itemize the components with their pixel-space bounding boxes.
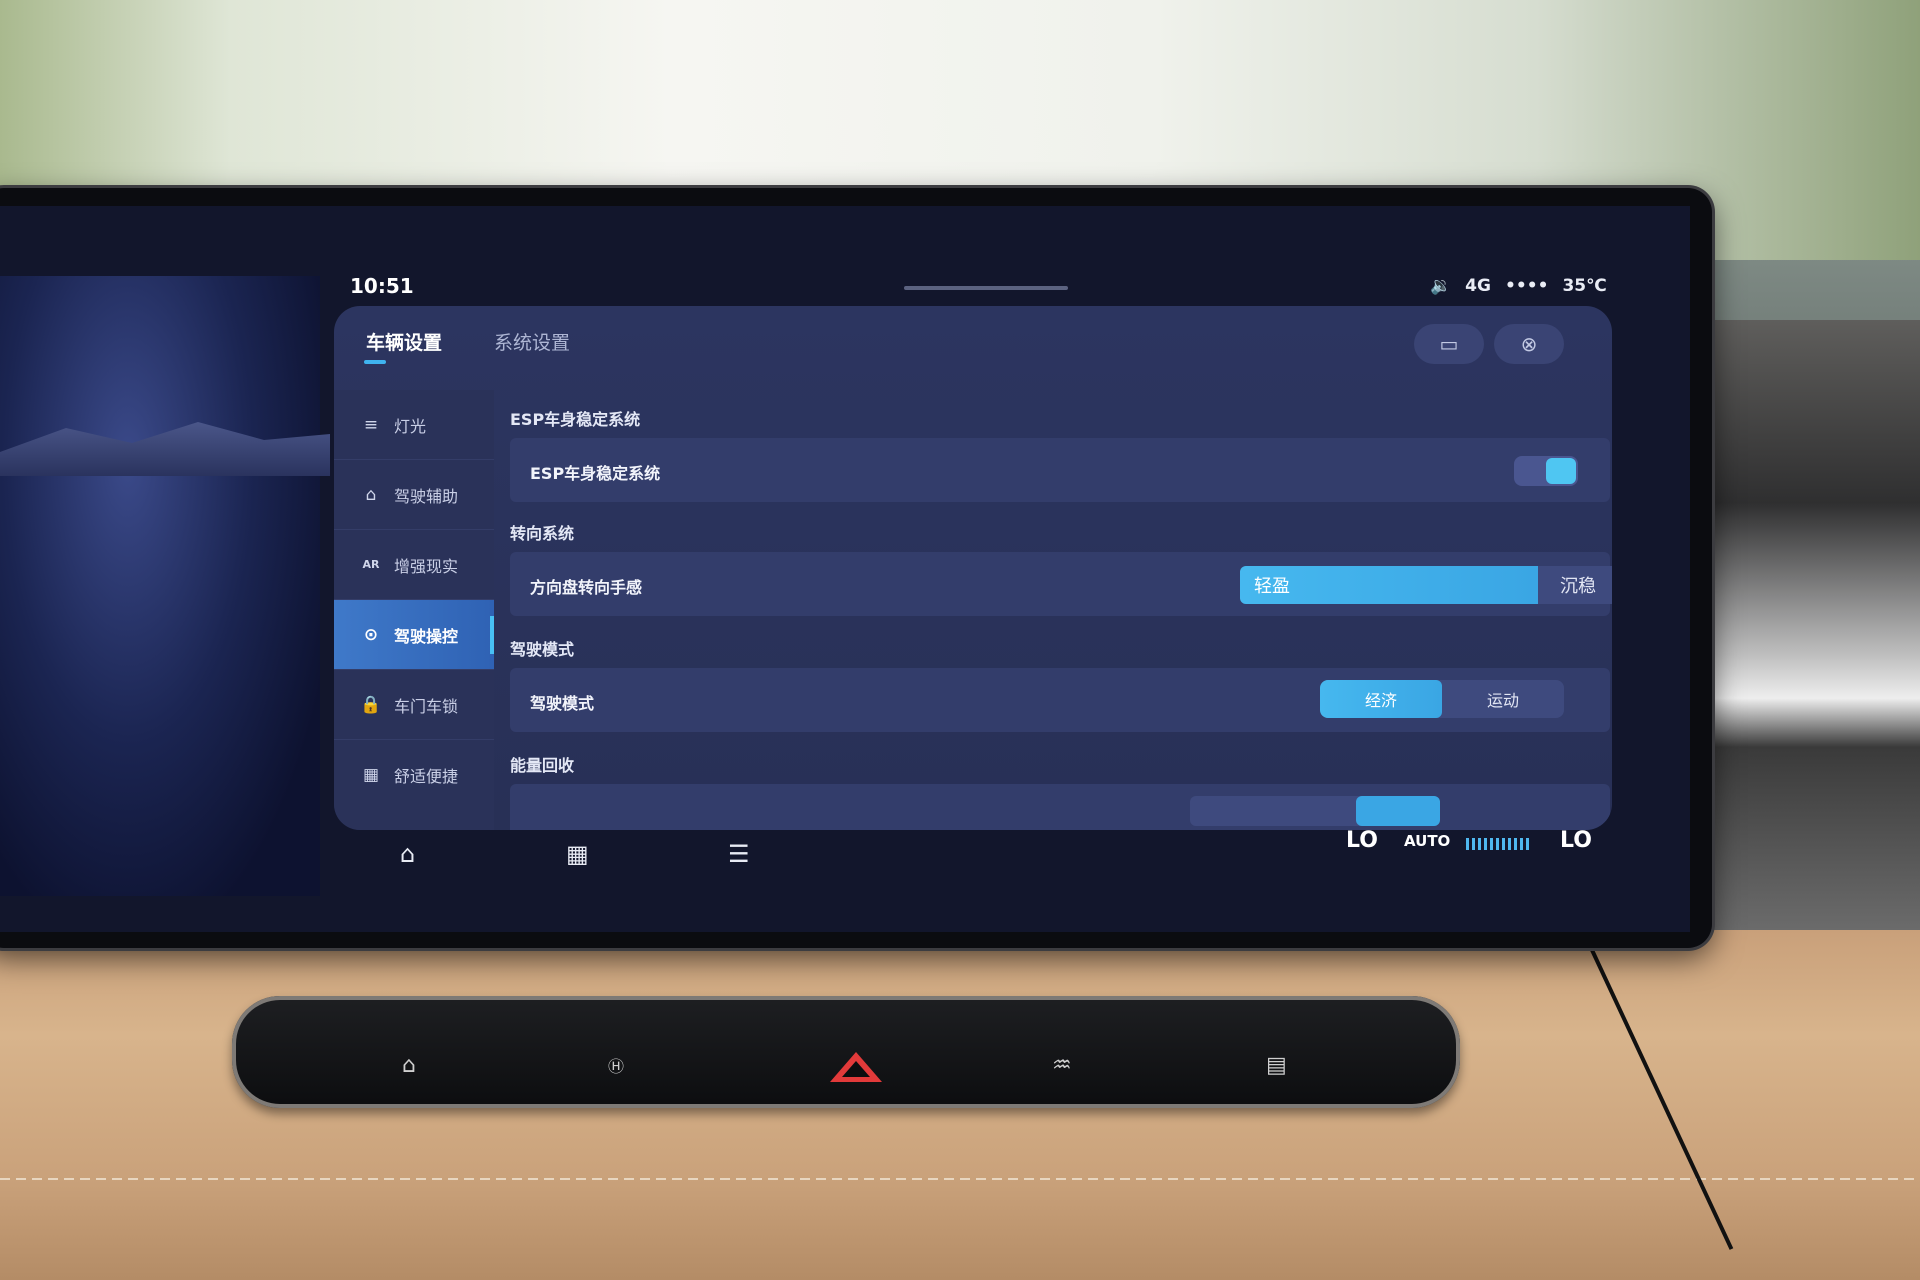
drag-handle[interactable] bbox=[904, 286, 1068, 290]
sidebar-item-ar[interactable]: AR 增强现实 bbox=[334, 530, 494, 600]
sidebar-item-label: 增强现实 bbox=[394, 556, 459, 576]
signal-dots: •••• bbox=[1504, 276, 1549, 296]
steering-option-light[interactable]: 轻盈 bbox=[1240, 566, 1538, 604]
apps-icon[interactable]: ▦ bbox=[566, 840, 589, 868]
steering-row: 方向盘转向手感 轻盈 沉稳 bbox=[510, 552, 1612, 616]
passenger-temp[interactable]: LO bbox=[1560, 828, 1592, 853]
sidebar-item-door-lock[interactable]: 🔒 车门车锁 bbox=[334, 670, 494, 740]
tab-system-settings[interactable]: 系统设置 bbox=[494, 328, 570, 355]
close-button[interactable]: ⊗ bbox=[1494, 324, 1564, 364]
drive-mode-selector[interactable]: 经济 运动 bbox=[1320, 680, 1564, 718]
drive-mode-option-eco[interactable]: 经济 bbox=[1320, 680, 1442, 718]
steering-option-steady[interactable]: 沉稳 bbox=[1538, 566, 1612, 604]
sidebar-item-label: 驾驶辅助 bbox=[394, 486, 459, 506]
vehicle-settings-panel: 车辆设置 系统设置 ▭ ⊗ ≡ 灯光 ⌂ 驾驶辅助 AR 增强现实 ⊙ 驾驶操控… bbox=[334, 306, 1612, 830]
section-title-energy-recovery: 能量回收 bbox=[510, 756, 575, 775]
home-icon[interactable]: ⌂ bbox=[400, 840, 415, 868]
settings-sidebar: ≡ 灯光 ⌂ 驾驶辅助 AR 增强现实 ⊙ 驾驶操控 🔒 车门车锁 ▦ 舒适便捷 bbox=[334, 390, 494, 830]
ar-icon: AR bbox=[362, 558, 380, 571]
stop-start-physical-icon[interactable]: Ⓗ bbox=[608, 1053, 624, 1077]
grid-icon: ▦ bbox=[362, 765, 380, 785]
status-indicators: 🔉 4G •••• 35℃ bbox=[1430, 276, 1607, 296]
section-title-drive-mode: 驾驶模式 bbox=[510, 640, 575, 659]
network-label: 4G bbox=[1465, 276, 1491, 296]
status-time: 10:51 bbox=[350, 274, 414, 298]
steering-row-label: 方向盘转向手感 bbox=[530, 578, 643, 597]
headlight-icon: ≡ bbox=[363, 414, 379, 435]
active-tab-indicator bbox=[364, 360, 386, 364]
sidebar-item-lights[interactable]: ≡ 灯光 bbox=[334, 390, 494, 460]
steering-wheel-icon: ⊙ bbox=[363, 624, 379, 645]
rear-defrost-physical-icon[interactable]: ▤ bbox=[1266, 1053, 1287, 1078]
drive-mode-row-label: 驾驶模式 bbox=[530, 694, 595, 713]
hazard-icon[interactable] bbox=[830, 1052, 882, 1082]
sidebar-item-label: 舒适便捷 bbox=[394, 767, 459, 786]
sidebar-item-label: 灯光 bbox=[394, 416, 427, 436]
energy-recovery-row bbox=[510, 784, 1610, 830]
esp-row-label: ESP车身稳定系统 bbox=[530, 464, 661, 483]
sidebar-item-driving-control[interactable]: ⊙ 驾驶操控 bbox=[334, 600, 494, 670]
esp-toggle[interactable] bbox=[1514, 456, 1578, 486]
sidebar-item-driving-assist[interactable]: ⌂ 驾驶辅助 bbox=[334, 460, 494, 530]
sidebar-item-comfort[interactable]: ▦ 舒适便捷 bbox=[334, 740, 494, 810]
close-icon: ⊗ bbox=[1520, 332, 1538, 356]
toggle-knob bbox=[1546, 458, 1576, 484]
right-dashboard-vent bbox=[1690, 320, 1920, 930]
wallpaper-landscape bbox=[0, 276, 320, 896]
temperature-label: 35℃ bbox=[1562, 276, 1607, 296]
home-mode-physical-icon[interactable]: ⌂ bbox=[402, 1053, 416, 1078]
lock-icon: 🔒 bbox=[360, 694, 382, 715]
screen-toggle-button[interactable]: ▭ bbox=[1414, 324, 1484, 364]
sidebar-item-label: 车门车锁 bbox=[394, 696, 459, 716]
volume-icon: 🔉 bbox=[1430, 276, 1452, 296]
driver-temp[interactable]: LO bbox=[1346, 828, 1378, 853]
screen-toggle-icon: ▭ bbox=[1439, 332, 1459, 356]
esp-row: ESP车身稳定系统 bbox=[510, 438, 1610, 502]
drive-mode-row: 驾驶模式 经济 运动 bbox=[510, 668, 1610, 732]
section-title-steering: 转向系统 bbox=[510, 524, 575, 543]
energy-recovery-selected[interactable] bbox=[1356, 796, 1440, 826]
energy-recovery-selector[interactable] bbox=[1190, 796, 1440, 826]
fan-speed-bar[interactable] bbox=[1466, 838, 1532, 850]
section-title-esp: ESP车身稳定系统 bbox=[510, 410, 641, 429]
control-center-icon[interactable]: ☰ bbox=[728, 840, 750, 868]
front-defrost-physical-icon[interactable]: ♒ bbox=[1052, 1053, 1072, 1078]
sidebar-item-label: 驾驶操控 bbox=[394, 626, 459, 646]
driving-assist-icon: ⌂ bbox=[365, 484, 377, 505]
drive-mode-option-sport[interactable]: 运动 bbox=[1442, 680, 1564, 718]
climate-mode[interactable]: AUTO bbox=[1404, 832, 1450, 850]
tab-vehicle-settings[interactable]: 车辆设置 bbox=[366, 328, 442, 355]
dashboard-stitching bbox=[0, 1178, 1920, 1180]
steering-feel-selector[interactable]: 轻盈 沉稳 bbox=[1240, 566, 1612, 604]
